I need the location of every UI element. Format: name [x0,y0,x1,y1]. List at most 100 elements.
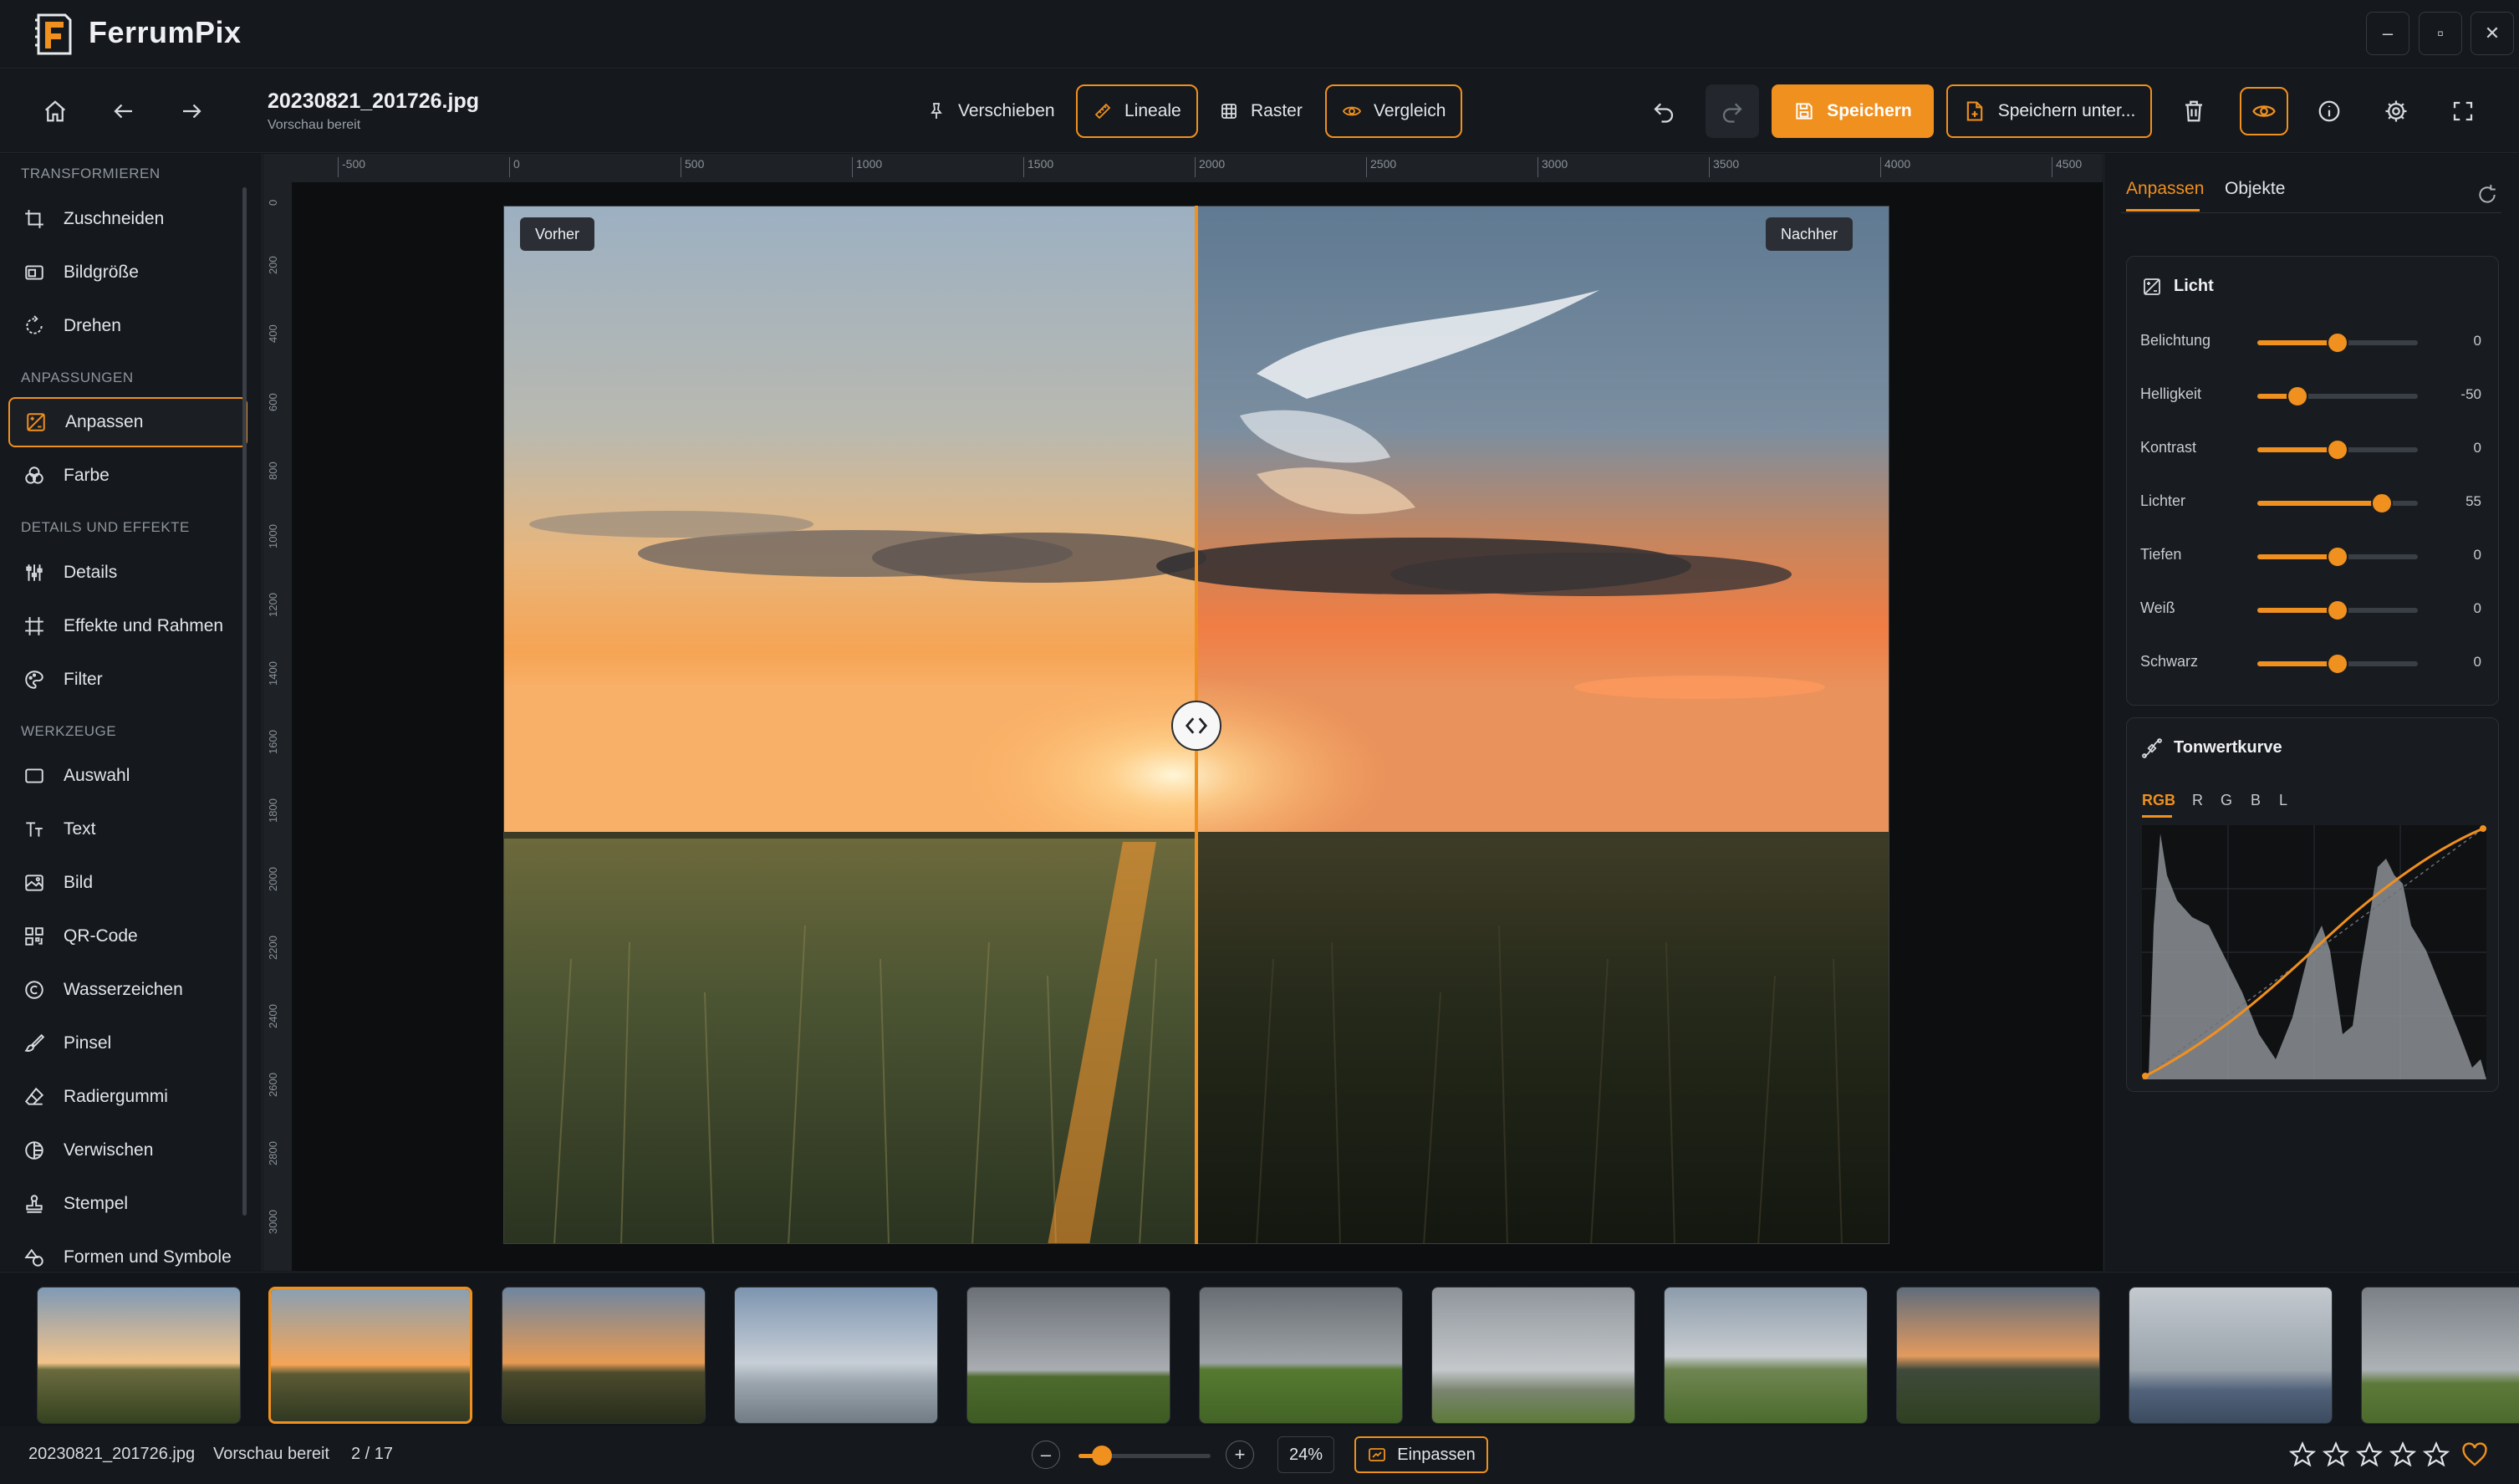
sidebar-item-details[interactable]: Details [8,548,247,598]
sidebar-item-effects[interactable]: Effekte und Rahmen [8,601,247,651]
star-icon[interactable] [2423,1441,2450,1468]
sidebar-scrollbar[interactable] [242,187,247,1216]
zoom-level-display[interactable]: 24% [1277,1436,1334,1473]
zoom-in-button[interactable]: + [1226,1441,1254,1469]
sidebar-item-eraser[interactable]: Radiergummi [8,1072,247,1122]
zoom-slider-knob[interactable] [1092,1446,1113,1466]
thumbnail-8[interactable] [1664,1287,1868,1424]
status-page-counter: 2 / 17 [351,1445,394,1463]
star-icon[interactable] [2356,1441,2383,1468]
adjust-slider[interactable] [2257,332,2418,354]
sidebar-item-blur[interactable]: Verwischen [8,1125,247,1175]
curve-channel-r[interactable]: R [2192,792,2203,809]
star-icon[interactable] [2323,1441,2349,1468]
sidebar-item-resize[interactable]: Bildgröße [8,247,247,298]
move-tool-button[interactable]: Verschieben [911,84,1070,138]
slider-knob[interactable] [2327,653,2348,675]
save-button[interactable]: Speichern [1772,84,1934,138]
ruler-tick-label: 3500 [1709,157,1739,177]
adjust-slider[interactable] [2257,599,2418,621]
save-as-button[interactable]: Speichern unter... [1946,84,2152,138]
fullscreen-button[interactable] [2443,91,2483,131]
sidebar-item-color[interactable]: Farbe [8,451,247,501]
info-button[interactable] [2309,91,2349,131]
compare-tool-button[interactable]: Vergleich [1325,84,1463,138]
adjust-slider[interactable] [2257,546,2418,568]
curve-channel-l[interactable]: L [2279,792,2287,809]
thumbnail-1[interactable] [37,1287,241,1424]
slider-knob[interactable] [2327,332,2348,354]
tab-adjust[interactable]: Anpassen [2126,179,2204,199]
sidebar-item-adjust[interactable]: Anpassen [8,397,247,447]
fit-icon [1369,1448,1386,1461]
slider-knob[interactable] [2327,599,2348,621]
slider-knob[interactable] [2370,492,2393,514]
thumbnail-image [271,1289,470,1421]
rotate-icon [26,315,43,334]
rating-stars[interactable] [2289,1441,2450,1468]
thumbnail-4[interactable] [734,1287,938,1424]
sidebar-item-text[interactable]: Text [8,804,247,854]
redo-icon [1722,103,1742,123]
tone-curve-graph[interactable] [2142,825,2486,1079]
zoom-slider[interactable] [1078,1446,1211,1466]
thumbnail-11[interactable] [2361,1287,2519,1424]
thumbnail-2-selected[interactable] [268,1287,472,1424]
grid-tool-button[interactable]: Raster [1204,84,1318,138]
minimize-button[interactable]: – [2366,12,2409,55]
curve-channel-b[interactable]: B [2251,792,2261,809]
redo-button[interactable] [1706,84,1759,138]
rulers-tool-button[interactable]: Lineale [1076,84,1198,138]
adjust-slider[interactable] [2257,439,2418,461]
slider-knob[interactable] [2327,546,2348,568]
zoom-out-button[interactable]: – [1032,1441,1060,1469]
favorite-button[interactable] [2461,1441,2488,1468]
curve-channel-rgb[interactable]: RGB [2142,792,2175,809]
adjust-slider[interactable] [2257,385,2418,407]
sidebar-item-crop[interactable]: Zuschneiden [8,194,247,244]
sidebar-item-rotate[interactable]: Drehen [8,301,247,351]
undo-button[interactable] [1644,91,1684,131]
ruler-tick-label: 4500 [2052,157,2082,177]
adjust-slider[interactable] [2257,492,2418,514]
preview-toggle-button[interactable] [2240,87,2288,135]
sidebar-item-filter[interactable]: Filter [8,655,247,705]
stamp-icon [26,1195,43,1213]
maximize-button[interactable]: ▫ [2419,12,2462,55]
slider-value: 0 [2473,333,2481,349]
sidebar-item-image[interactable]: Bild [8,858,247,908]
thumbnail-6[interactable] [1199,1287,1403,1424]
sidebar-item-watermark[interactable]: Wasserzeichen [8,965,247,1015]
sidebar-item-stamp[interactable]: Stempel [8,1179,247,1229]
sidebar-item-qr[interactable]: QR-Code [8,911,247,961]
sidebar-item-label: Pinsel [64,1033,112,1053]
slider-knob[interactable] [2287,385,2308,407]
curve-channel-g[interactable]: G [2221,792,2232,809]
active-tab-indicator [2126,209,2200,212]
thumbnail-10[interactable] [2129,1287,2333,1424]
back-button[interactable] [104,91,144,131]
reset-button[interactable] [2476,184,2498,206]
thumbnail-9[interactable] [1896,1287,2100,1424]
thumbnail-3[interactable] [502,1287,706,1424]
sidebar-item-brush[interactable]: Pinsel [8,1018,247,1068]
brush-icon [24,1033,45,1052]
sidebar-item-select[interactable]: Auswahl [8,751,247,801]
thumbnail-5[interactable] [966,1287,1170,1424]
star-icon[interactable] [2389,1441,2416,1468]
arrow-left-icon [114,104,132,119]
delete-button[interactable] [2174,91,2214,131]
adjust-slider[interactable] [2257,653,2418,675]
forward-button[interactable] [171,91,212,131]
sidebar-item-shapes[interactable]: Formen und Symbole [8,1232,247,1271]
home-button[interactable] [35,91,75,131]
thumbnail-image [1665,1288,1867,1423]
slider-knob[interactable] [2327,439,2348,461]
close-button[interactable]: ✕ [2471,12,2514,55]
fit-button[interactable]: Einpassen [1354,1436,1488,1473]
tab-objects[interactable]: Objekte [2225,179,2285,199]
settings-button[interactable] [2376,91,2416,131]
thumbnail-7[interactable] [1431,1287,1635,1424]
compare-slider-handle[interactable] [1171,701,1221,751]
star-icon[interactable] [2289,1441,2316,1468]
